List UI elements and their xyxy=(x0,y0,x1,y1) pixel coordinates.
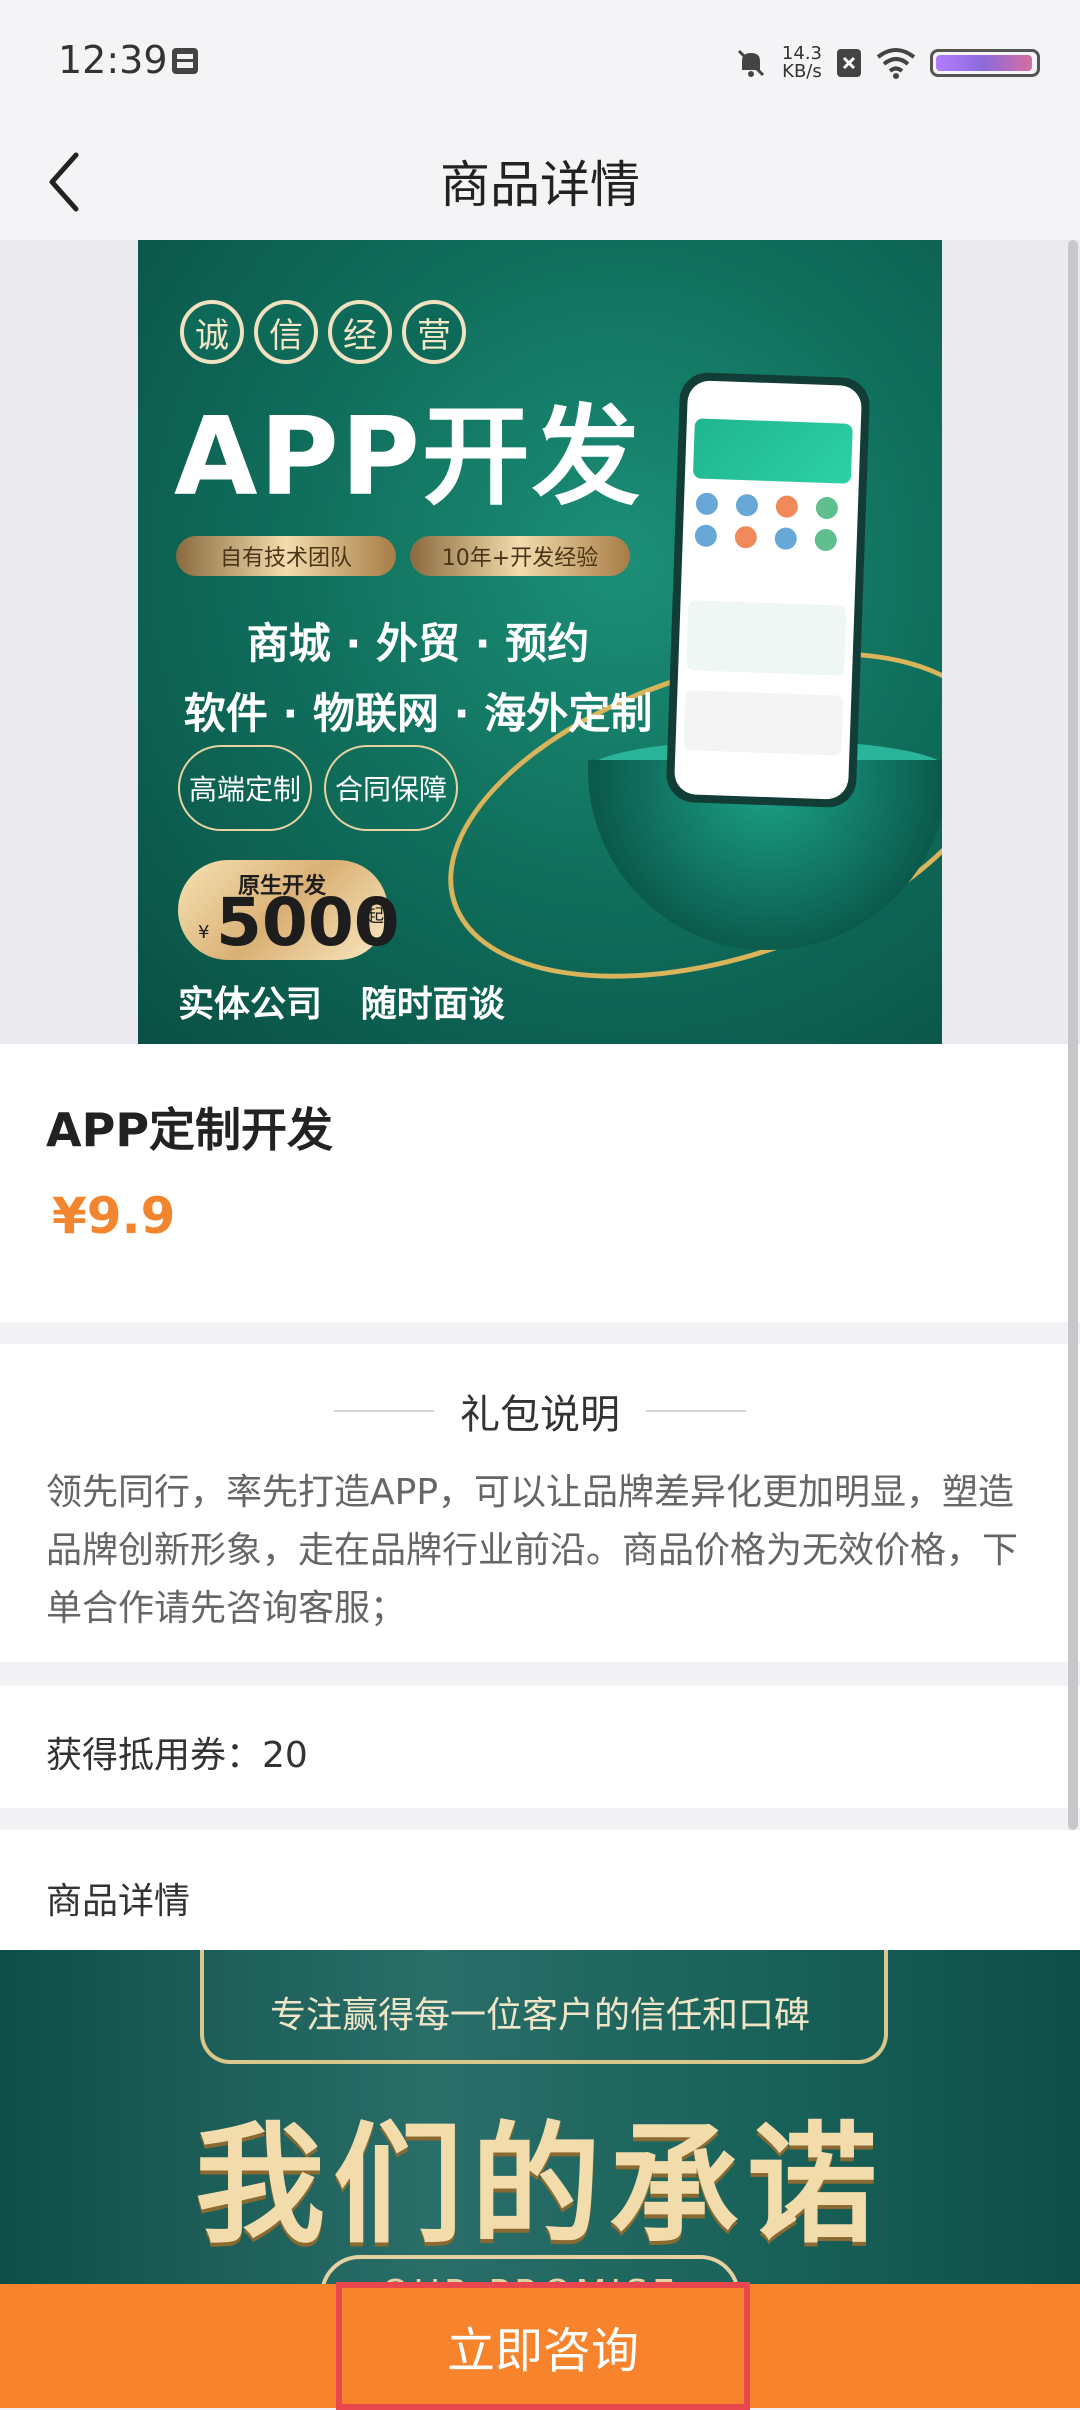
gift-section-header: 礼包说明 xyxy=(0,1382,1080,1440)
product-hero-image[interactable]: 诚 信 经 营 APP开发 自有技术团队 10年+开发经验 商城 · 外贸 · … xyxy=(138,240,942,1044)
badge-contract: 合同保障 xyxy=(324,745,458,831)
badge-custom: 高端定制 xyxy=(178,745,312,831)
wifi-icon xyxy=(876,48,916,79)
hero-services-line1: 商城 · 外贸 · 预约 xyxy=(246,619,590,668)
gift-description-card: 礼包说明 领先同行，率先打造APP，可以让品牌差异化更加明显，塑造品牌创新形象，… xyxy=(0,1344,1080,1662)
price-badge-suffix: 起 xyxy=(366,906,384,927)
page-title: 商品详情 xyxy=(440,156,640,214)
hero-services-line2: 软件 · 物联网 · 海外定制 xyxy=(183,689,653,738)
hero-bottom-left: 实体公司 xyxy=(178,984,323,1025)
product-image-area: 诚 信 经 营 APP开发 自有技术团队 10年+开发经验 商城 · 外贸 · … xyxy=(0,240,1080,1044)
net-speed: 14.3 KB/s xyxy=(782,45,822,81)
net-speed-unit: KB/s xyxy=(782,61,822,82)
product-price: ¥9.9 xyxy=(52,1187,176,1245)
status-bar: 12:39 14.3 KB/s xyxy=(0,0,1080,125)
detail-image-subtitle: 专注赢得每一位客户的信任和口碑 xyxy=(269,1995,810,2036)
phone-mockup xyxy=(665,371,871,809)
phone-screen-product xyxy=(683,690,844,756)
phone-screen-banner xyxy=(692,418,853,484)
product-info-card: APP定制开发 ¥9.9 xyxy=(0,1044,1080,1322)
bottom-action-bar: 立即咨询 xyxy=(0,2282,1080,2410)
gift-description: 领先同行，率先打造APP，可以让品牌差异化更加明显，塑造品牌创新形象，走在品牌行… xyxy=(46,1472,1019,1629)
sim-x-icon xyxy=(837,49,861,77)
coupon-label: 获得抵用券：20 xyxy=(46,1735,308,1776)
gift-section-title: 礼包说明 xyxy=(460,1392,620,1438)
seal-char: 经 xyxy=(328,300,392,364)
scrollbar[interactable] xyxy=(1068,240,1078,1830)
hero-bottom-text: 实体公司 随时面谈 xyxy=(178,975,531,1027)
divider-line xyxy=(334,1410,434,1412)
consult-now-button[interactable]: 立即咨询 xyxy=(336,2282,750,2410)
nav-bar: 商品详情 xyxy=(0,125,1080,240)
seal-char: 营 xyxy=(402,300,466,364)
detail-image: 专注赢得每一位客户的信任和口碑 我们的承诺 OUR PROMISE xyxy=(0,1950,1080,2290)
hero-bottom-right: 随时面谈 xyxy=(360,984,505,1025)
detail-image-title: 我们的承诺 xyxy=(194,2109,885,2261)
status-icons: 14.3 KB/s xyxy=(734,38,1040,88)
seal-char: 诚 xyxy=(180,300,244,364)
phone-screen-icons xyxy=(694,492,846,552)
price-badge-yen: ¥ xyxy=(198,922,210,943)
hero-title: APP开发 xyxy=(174,395,642,520)
detail-header-card: 商品详情 xyxy=(0,1830,1080,1950)
coupon-card: 获得抵用券：20 xyxy=(0,1686,1080,1808)
pill-team: 自有技术团队 xyxy=(176,536,396,576)
phone-screen-card xyxy=(686,600,847,676)
mute-bell-icon xyxy=(737,49,764,77)
seal-char: 信 xyxy=(254,300,318,364)
status-time: 12:39 xyxy=(58,38,168,82)
divider-line xyxy=(646,1410,746,1412)
price-badge: 原生开发 ¥ 5000 起 xyxy=(178,860,400,961)
phone-screen xyxy=(673,380,863,800)
product-name: APP定制开发 xyxy=(46,1103,334,1157)
seal-row: 诚 信 经 营 xyxy=(180,300,466,364)
pill-experience: 10年+开发经验 xyxy=(410,536,630,576)
battery-icon xyxy=(930,49,1040,77)
detail-section-label: 商品详情 xyxy=(46,1881,191,1922)
notification-box-icon xyxy=(172,48,198,74)
